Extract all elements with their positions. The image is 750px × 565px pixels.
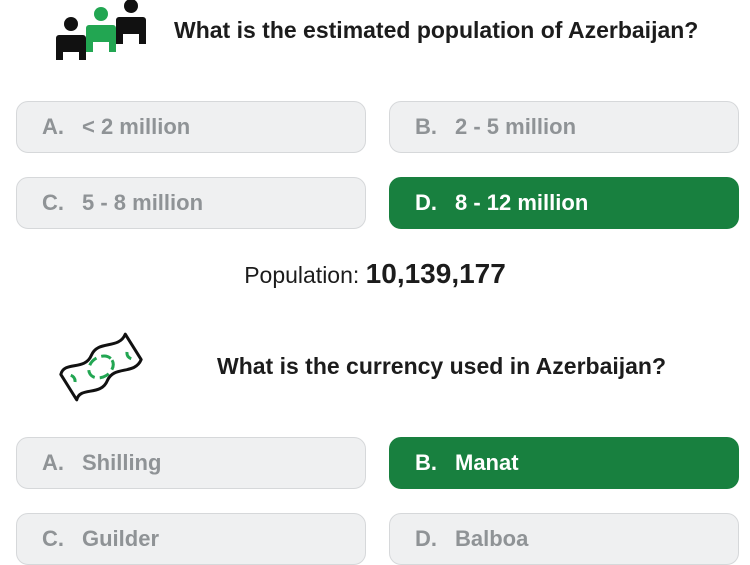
- option-text: Guilder: [82, 526, 160, 551]
- option-text: < 2 million: [82, 114, 191, 139]
- option-a-currency[interactable]: A. Shilling: [16, 437, 366, 489]
- option-d-population[interactable]: D. 8 - 12 million: [389, 177, 739, 229]
- option-d-currency[interactable]: D. Balboa: [389, 513, 739, 565]
- option-text: Balboa: [455, 526, 529, 551]
- option-letter: C.: [42, 526, 64, 551]
- option-letter: C.: [42, 190, 64, 215]
- option-text: 8 - 12 million: [455, 190, 589, 215]
- option-letter: B.: [415, 114, 437, 139]
- question-population: What is the estimated population of Azer…: [174, 17, 699, 43]
- option-letter: A.: [42, 114, 64, 139]
- option-text: 5 - 8 million: [82, 190, 204, 215]
- population-answer: Population: 10,139,177: [0, 258, 750, 290]
- question-currency: What is the currency used in Azerbaijan?: [217, 353, 667, 379]
- banknote-icon: [55, 322, 147, 417]
- option-text: Manat: [455, 450, 519, 475]
- option-letter: D.: [415, 526, 437, 551]
- option-c-currency[interactable]: C. Guilder: [16, 513, 366, 565]
- option-text: Shilling: [82, 450, 162, 475]
- option-a-population[interactable]: A. < 2 million: [16, 101, 366, 153]
- answer-value: 10,139,177: [365, 258, 506, 289]
- option-text: 2 - 5 million: [455, 114, 577, 139]
- answer-label: Population:: [244, 262, 360, 288]
- option-letter: A.: [42, 450, 64, 475]
- option-c-population[interactable]: C. 5 - 8 million: [16, 177, 366, 229]
- people-icon: [52, 0, 148, 67]
- option-b-currency[interactable]: B. Manat: [389, 437, 739, 489]
- option-letter: B.: [415, 450, 437, 475]
- option-letter: D.: [415, 190, 437, 215]
- option-b-population[interactable]: B. 2 - 5 million: [389, 101, 739, 153]
